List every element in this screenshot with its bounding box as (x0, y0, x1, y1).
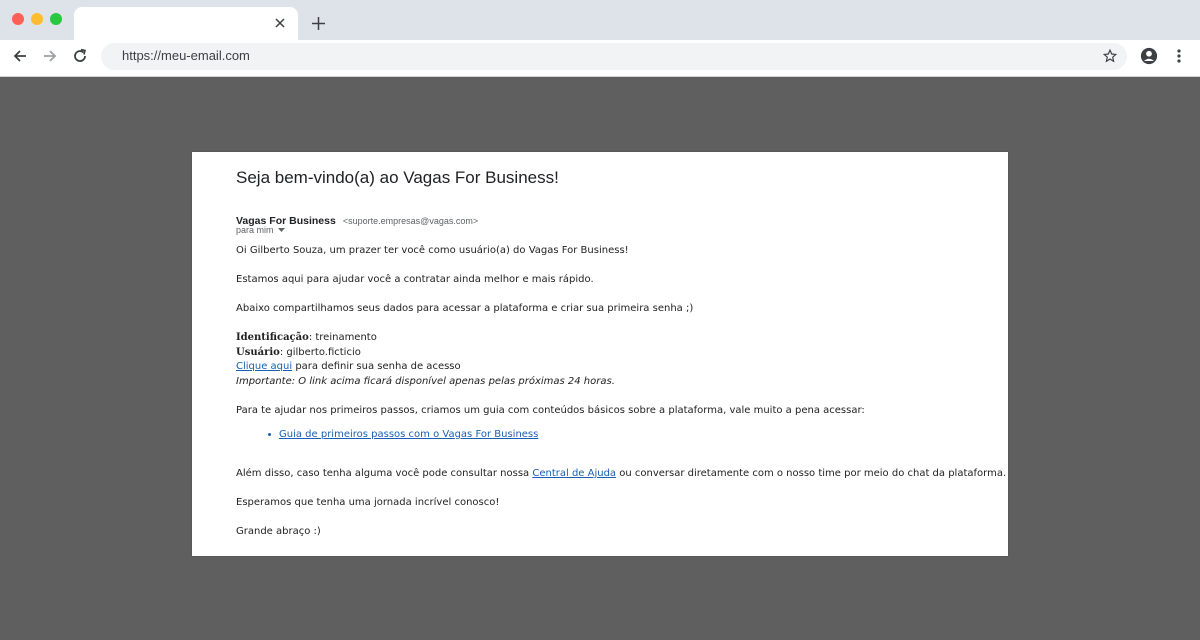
close-window-button[interactable] (12, 13, 24, 25)
guide-link[interactable]: Guia de primeiros passos com o Vagas For… (279, 429, 538, 440)
recipient-details[interactable]: para mim (236, 225, 285, 235)
profile-avatar-icon[interactable] (1139, 46, 1159, 66)
maximize-window-button[interactable] (50, 13, 62, 25)
help-center-link[interactable]: Central de Ajuda (532, 468, 616, 479)
more-menu-icon[interactable] (1171, 46, 1187, 66)
user-line: Usuário: gilberto.ficticio (236, 346, 361, 360)
toolbar-divider (0, 72, 1200, 77)
important-note: Importante: O link acima ficará disponív… (236, 376, 615, 387)
sender-email: <suporte.empresas@vagas.com> (342, 216, 479, 226)
browser-toolbar: https://meu-email.com (0, 40, 1200, 72)
click-here-link[interactable]: Clique aqui (236, 361, 292, 372)
reload-icon[interactable] (69, 45, 91, 67)
identification-label: Identificação (236, 332, 309, 343)
browser-tab-bar (0, 0, 1200, 40)
help-text-after: ou conversar diretamente com o nosso tim… (616, 468, 1007, 479)
email-message: Seja bem-vindo(a) ao Vagas For Business!… (192, 152, 1008, 556)
email-subject: Seja bem-vindo(a) ao Vagas For Business! (236, 168, 559, 187)
close-tab-icon[interactable] (272, 15, 288, 31)
share-paragraph: Abaixo compartilhamos seus dados para ac… (236, 303, 694, 314)
user-value: : gilberto.ficticio (279, 347, 361, 358)
help-paragraph: Além disso, caso tenha alguma você pode … (236, 467, 1006, 481)
forward-icon[interactable] (39, 45, 61, 67)
click-here-text: para definir sua senha de acesso (292, 361, 461, 372)
browser-tab[interactable] (74, 7, 298, 40)
guide-intro-paragraph: Para te ajudar nos primeiros passos, cri… (236, 405, 865, 416)
greeting-paragraph: Oi Gilberto Souza, um prazer ter você co… (236, 245, 629, 256)
help-text-before: Além disso, caso tenha alguma você pode … (236, 468, 533, 479)
recipient-label: para mim (236, 225, 274, 235)
minimize-window-button[interactable] (31, 13, 43, 25)
journey-paragraph: Esperamos que tenha uma jornada incrível… (236, 497, 500, 508)
signoff-paragraph: Grande abraço :) (236, 526, 321, 537)
password-link-line: Clique aqui para definir sua senha de ac… (236, 360, 461, 374)
guide-list-item: Guia de primeiros passos com o Vagas For… (268, 428, 538, 442)
back-icon[interactable] (9, 45, 31, 67)
intro-paragraph: Estamos aqui para ajudar você a contrata… (236, 274, 594, 285)
bookmark-star-icon[interactable] (1101, 47, 1119, 65)
list-bullet (268, 432, 271, 436)
dropdown-caret-icon[interactable] (277, 228, 285, 232)
new-tab-icon[interactable] (308, 13, 328, 33)
user-label: Usuário (236, 347, 280, 358)
address-bar[interactable]: https://meu-email.com (101, 43, 1127, 70)
identification-value: : treinamento (308, 332, 377, 343)
identification-line: Identificação: treinamento (236, 331, 377, 345)
url-text: https://meu-email.com (122, 48, 250, 63)
